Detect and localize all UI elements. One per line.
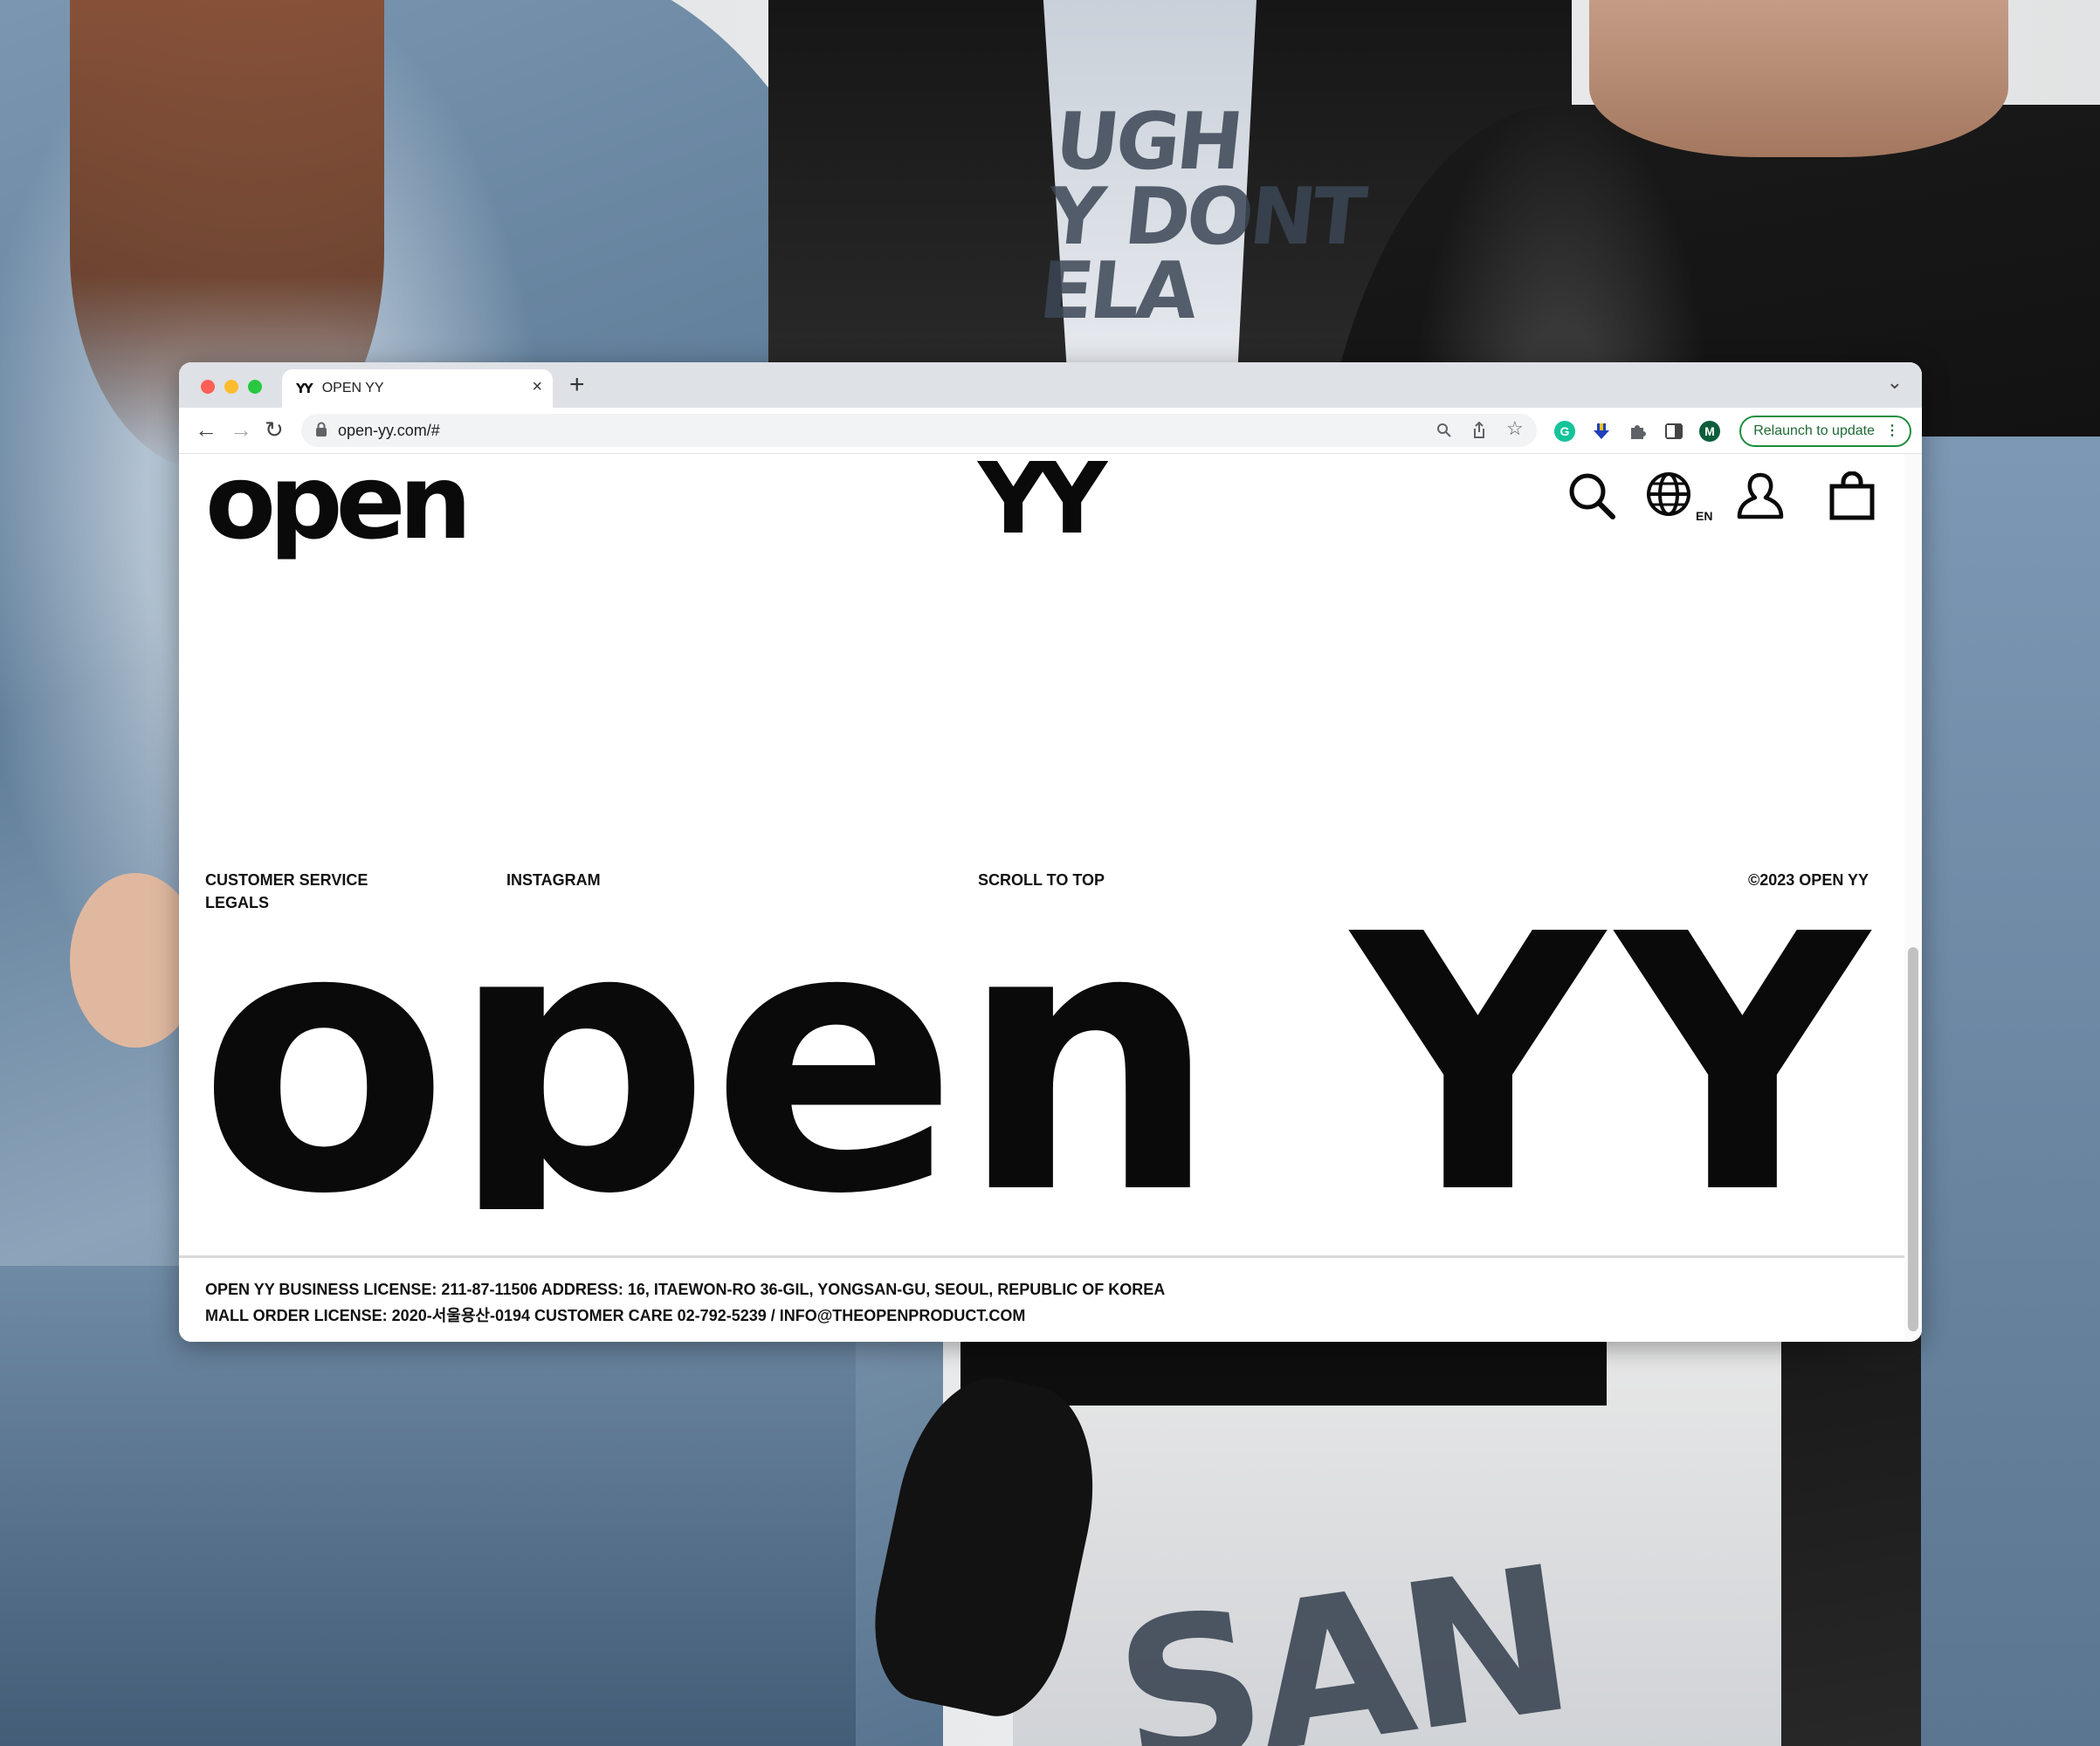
mall-order-license-text: MALL ORDER LICENSE: 2020-서울용산-0194 CUSTO… [205, 1307, 1026, 1324]
shopping-bag-icon[interactable] [1829, 471, 1875, 520]
download-extension-icon[interactable] [1591, 421, 1612, 442]
profile-avatar[interactable]: M [1699, 421, 1720, 442]
browser-window: YY OPEN YY × + ⌄ ← → ↻ open-yy.com/# ☆ G… [179, 362, 1922, 1342]
business-license-text: OPEN YY BUSINESS LICENSE: 211-87-11506 A… [205, 1281, 1166, 1298]
instagram-link[interactable]: INSTAGRAM [506, 871, 601, 890]
reload-icon[interactable]: ↻ [265, 416, 284, 443]
globe-icon[interactable] [1646, 471, 1695, 520]
user-account-icon[interactable] [1736, 471, 1785, 520]
model-face [1589, 0, 2008, 157]
tab-open-yy[interactable]: YY OPEN YY × [282, 369, 553, 408]
tab-bar: YY OPEN YY × + ⌄ [179, 362, 1922, 408]
side-panel-icon[interactable] [1663, 421, 1684, 442]
address-bar[interactable]: open-yy.com/# ☆ [301, 414, 1537, 447]
legals-link[interactable]: LEGALS [205, 894, 269, 912]
logo-open[interactable]: open [205, 450, 472, 553]
search-icon[interactable] [1567, 471, 1616, 520]
zoom-icon[interactable] [1436, 423, 1452, 438]
brand-wordmark-text: open YY [198, 930, 1878, 1209]
footer-divider [179, 1255, 1904, 1258]
share-icon[interactable] [1471, 422, 1487, 439]
logo-yy[interactable]: YY [978, 450, 1107, 548]
back-arrow-icon[interactable]: ← [195, 416, 217, 443]
tshirt-print: UGH Y DONT ELA [1035, 96, 1367, 337]
relaunch-label: Relaunch to update [1753, 423, 1875, 438]
page-scrollbar[interactable] [1904, 454, 1922, 1342]
page-content: open YY EN CUSTOMER SERVICE LEGALS INSTA… [179, 450, 1904, 1342]
close-window-button[interactable] [201, 380, 215, 394]
tab-search-chevron-icon[interactable]: ⌄ [1887, 371, 1903, 394]
scroll-to-top-link[interactable]: SCROLL TO TOP [978, 871, 1105, 890]
more-menu-icon[interactable]: ⋮ [1885, 417, 1899, 445]
url-text: open-yy.com/# [338, 422, 440, 439]
yy-favicon-icon: YY [296, 381, 313, 396]
close-tab-icon[interactable]: × [532, 377, 542, 397]
denim-sleeve [1921, 436, 2100, 1746]
maximize-window-button[interactable] [248, 380, 262, 394]
grammarly-extension-icon[interactable]: G [1554, 421, 1575, 442]
language-code[interactable]: EN [1696, 509, 1712, 523]
footer-brand-wordmark: open YY [198, 930, 1878, 1209]
relaunch-to-update-button[interactable]: Relaunch to update ⋮ [1739, 416, 1911, 447]
bookmark-star-icon[interactable]: ☆ [1506, 417, 1524, 440]
scrollbar-thumb[interactable] [1908, 947, 1918, 1331]
lock-icon [316, 422, 327, 436]
copyright: ©2023 OPEN YY [1748, 871, 1869, 889]
new-tab-button[interactable]: + [569, 370, 585, 400]
minimize-window-button[interactable] [224, 380, 238, 394]
forward-arrow-icon[interactable]: → [230, 416, 252, 443]
extensions-puzzle-icon[interactable] [1627, 421, 1648, 442]
customer-service-link[interactable]: CUSTOMER SERVICE [205, 871, 368, 890]
tab-title: OPEN YY [321, 381, 384, 395]
